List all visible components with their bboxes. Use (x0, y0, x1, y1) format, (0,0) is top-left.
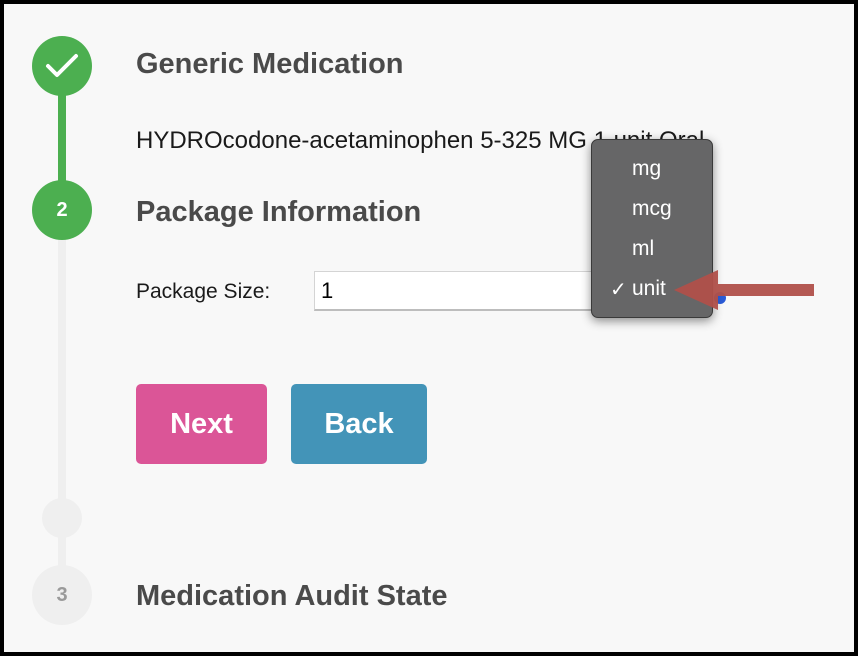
unit-option-label: ml (632, 237, 655, 260)
unit-option-label: mcg (632, 197, 672, 220)
step-1-complete-indicator (32, 36, 92, 96)
package-size-label: Package Size: (136, 280, 271, 303)
step-3-title: Medication Audit State (136, 580, 448, 612)
stepper-progress-line (58, 90, 66, 190)
unit-option-label: unit (632, 277, 666, 300)
back-button[interactable]: Back (291, 384, 427, 464)
annotation-arrow-icon (674, 270, 814, 310)
step-2-indicator: 2 (32, 180, 92, 240)
step-2-title: Package Information (136, 196, 422, 228)
package-size-input[interactable] (314, 271, 614, 311)
wizard-panel (0, 0, 858, 656)
stepper-substep-dot (42, 498, 82, 538)
step-3-indicator: 3 (32, 565, 92, 625)
next-button[interactable]: Next (136, 384, 267, 464)
unit-option-label: mg (632, 157, 662, 180)
checkmark-icon (46, 54, 78, 77)
step-1-title: Generic Medication (136, 48, 404, 80)
unit-option-ml[interactable]: ml (592, 229, 712, 269)
unit-option-mg[interactable]: mg (592, 149, 712, 189)
unit-option-mcg[interactable]: mcg (592, 189, 712, 229)
checkmark-icon: ✓ (610, 278, 627, 301)
